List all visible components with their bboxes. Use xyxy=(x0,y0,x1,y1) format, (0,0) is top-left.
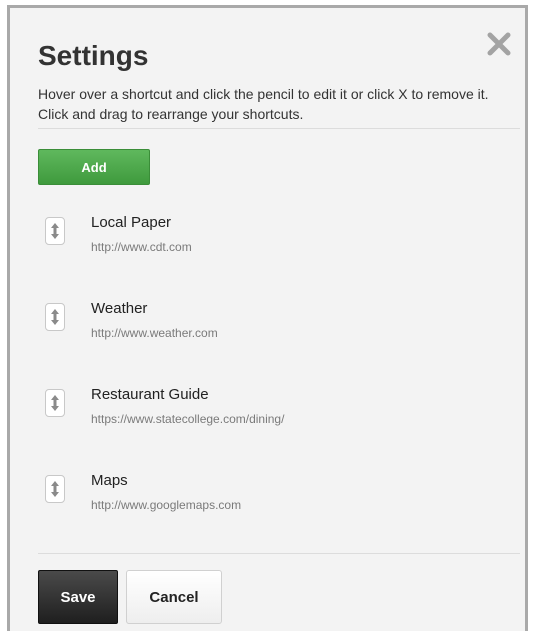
drag-handle-icon[interactable] xyxy=(45,389,65,417)
shortcut-name: Weather xyxy=(91,300,148,317)
dialog-description: Hover over a shortcut and click the penc… xyxy=(38,86,489,122)
shortcut-name: Restaurant Guide xyxy=(91,386,209,403)
add-shortcut-button[interactable]: Add xyxy=(38,149,150,185)
shortcut-url: https://www.statecollege.com/dining/ xyxy=(91,412,285,426)
save-button[interactable]: Save xyxy=(38,570,118,624)
shortcut-item[interactable]: Weather http://www.weather.com xyxy=(38,294,518,344)
dialog-title: Settings xyxy=(38,40,149,71)
shortcut-item[interactable]: Local Paper http://www.cdt.com xyxy=(38,208,518,258)
divider xyxy=(38,553,520,554)
drag-handle-icon[interactable] xyxy=(45,475,65,503)
shortcut-item[interactable]: Maps http://www.googlemaps.com xyxy=(38,466,518,516)
divider xyxy=(38,128,520,129)
close-icon[interactable] xyxy=(485,30,513,58)
drag-handle-icon[interactable] xyxy=(45,303,65,331)
shortcut-url: http://www.googlemaps.com xyxy=(91,498,242,512)
shortcut-url: http://www.weather.com xyxy=(91,326,218,340)
shortcut-url: http://www.cdt.com xyxy=(91,240,192,254)
settings-dialog: Settings Hover over a shortcut and click… xyxy=(7,5,528,631)
shortcut-name: Local Paper xyxy=(91,214,172,231)
drag-handle-icon[interactable] xyxy=(45,217,65,245)
shortcut-name: Maps xyxy=(91,472,128,489)
cancel-button[interactable]: Cancel xyxy=(126,570,222,624)
shortcut-item[interactable]: Restaurant Guide https://www.statecolleg… xyxy=(38,380,518,430)
